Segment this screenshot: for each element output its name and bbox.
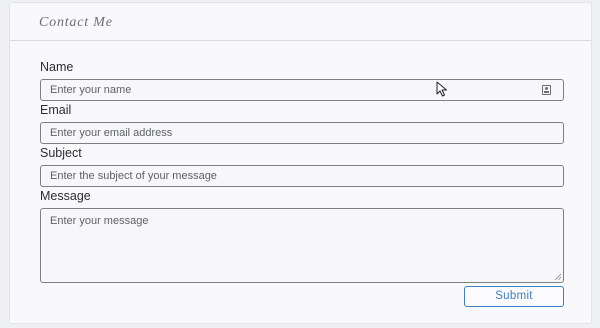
- form-title: Contact Me: [39, 15, 113, 30]
- message-label: Message: [40, 189, 91, 203]
- mouse-cursor-icon: [436, 81, 447, 97]
- subject-input[interactable]: Enter the subject of your message: [40, 165, 564, 187]
- submit-button[interactable]: Submit: [464, 286, 564, 307]
- message-placeholder: Enter your message: [50, 215, 149, 227]
- contact-card-icon[interactable]: [542, 85, 551, 95]
- contact-form-card: Contact Me Name Enter your name Email En…: [9, 2, 592, 324]
- email-placeholder: Enter your email address: [50, 127, 173, 139]
- subject-field-group: Subject Enter the subject of your messag…: [40, 146, 564, 187]
- email-field-group: Email Enter your email address: [40, 103, 564, 144]
- subject-placeholder: Enter the subject of your message: [50, 170, 217, 182]
- card-header: Contact Me: [10, 3, 591, 41]
- subject-label: Subject: [40, 146, 82, 160]
- resize-handle-icon[interactable]: [554, 273, 561, 280]
- email-input[interactable]: Enter your email address: [40, 122, 564, 144]
- name-placeholder: Enter your name: [50, 84, 132, 96]
- message-textarea[interactable]: Enter your message: [40, 208, 564, 283]
- message-field-group: Message Enter your message: [40, 189, 564, 283]
- email-label: Email: [40, 103, 72, 117]
- name-label: Name: [40, 60, 74, 74]
- name-input[interactable]: Enter your name: [40, 79, 564, 101]
- name-field-group: Name Enter your name: [40, 60, 564, 101]
